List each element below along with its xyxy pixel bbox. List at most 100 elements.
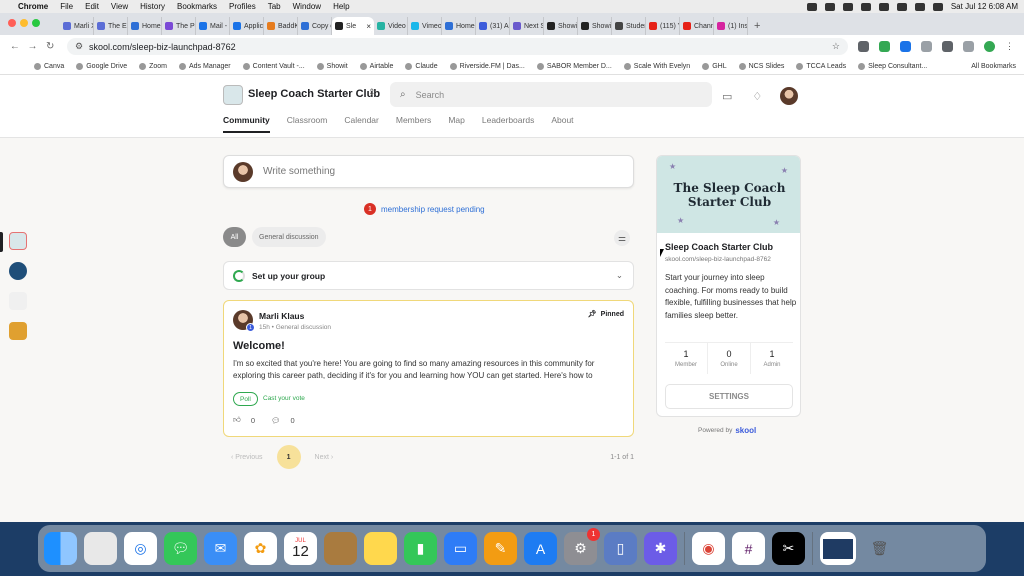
back-icon[interactable]: ← <box>8 41 22 52</box>
keynote-icon[interactable]: ▭ <box>444 532 477 565</box>
trash-icon[interactable]: 🗑︎ <box>863 532 896 565</box>
tab-map[interactable]: Map <box>448 115 465 133</box>
menu-file[interactable]: File <box>60 2 73 11</box>
chat-icon[interactable]: ▭ <box>722 90 732 103</box>
menu-bookmarks[interactable]: Bookmarks <box>177 2 217 11</box>
bookmark-item[interactable]: NCS Slides <box>738 62 784 70</box>
browser-tab[interactable]: Home <box>128 17 162 35</box>
like-icon[interactable]: 👍︎ <box>233 415 241 425</box>
group-cover-image[interactable]: ★ ★ ★ ★ The Sleep Coach Starter Club <box>657 156 800 233</box>
perplexity-icon[interactable]: ✱ <box>644 532 677 565</box>
browser-tab[interactable]: The Po <box>162 17 196 35</box>
system-settings-icon[interactable]: ⚙ 1 <box>564 528 600 565</box>
extensions-puzzle-icon[interactable] <box>920 41 932 52</box>
launchpad-icon[interactable] <box>84 532 117 565</box>
bookmark-item[interactable]: Zoom <box>139 62 167 70</box>
comment-icon[interactable]: 💬︎ <box>271 416 281 425</box>
app-store-icon[interactable]: A <box>524 532 557 565</box>
finder-icon[interactable] <box>44 532 77 565</box>
bookmark-item[interactable]: Canva <box>34 62 64 70</box>
menu-edit[interactable]: Edit <box>85 2 99 11</box>
user-avatar[interactable] <box>780 87 799 105</box>
browser-tab[interactable]: (1) Inst <box>714 17 748 35</box>
page-number-current[interactable]: 1 <box>276 445 301 469</box>
safari-icon[interactable]: ◎ <box>124 532 157 565</box>
tab-calendar[interactable]: Calendar <box>344 115 379 133</box>
browser-tab[interactable]: Showit <box>578 17 612 35</box>
membership-pending-link[interactable]: 1 membership request pending <box>364 203 485 215</box>
post-body[interactable]: I'm so excited that you're here! You are… <box>233 358 625 382</box>
zoom-window-button[interactable] <box>32 19 40 27</box>
tab-about[interactable]: About <box>551 115 573 133</box>
browser-tab[interactable]: Video <box>374 17 408 35</box>
next-page-button[interactable]: Next › <box>315 454 334 461</box>
bookmark-item[interactable]: Google Drive <box>76 62 127 70</box>
browser-tab[interactable]: Next S <box>510 17 544 35</box>
filter-chip-general-discussion[interactable]: General discussion <box>252 227 326 247</box>
bookmark-item[interactable]: Airtable <box>359 62 393 70</box>
download-icon[interactable] <box>941 41 953 52</box>
close-window-button[interactable] <box>8 19 16 27</box>
search-input[interactable]: ⌕ Search <box>390 82 712 107</box>
browser-tab[interactable]: Chann <box>680 17 714 35</box>
menu-tab[interactable]: Tab <box>268 2 281 11</box>
post-author-name[interactable]: Marli Klaus <box>259 311 304 321</box>
tab-members[interactable]: Members <box>396 115 431 133</box>
control-center-icon[interactable] <box>932 2 943 11</box>
address-bar[interactable]: ⚙ skool.com/sleep-biz-launchpad-8762 ☆ <box>66 38 848 55</box>
downloads-stack-icon[interactable] <box>820 532 856 565</box>
menubar-clock[interactable]: Sat Jul 12 6:08 AM <box>951 2 1018 11</box>
settings-button[interactable]: SETTINGS <box>665 384 793 409</box>
calendar-icon[interactable]: JUL 12 <box>284 532 317 565</box>
extension-icon[interactable] <box>899 41 911 52</box>
status-app-icon[interactable] <box>842 2 853 11</box>
extension-icon[interactable] <box>878 41 890 52</box>
new-tab-button[interactable]: + <box>754 17 760 35</box>
minimize-window-button[interactable] <box>20 19 28 27</box>
stat-online[interactable]: 0 Online <box>708 343 751 374</box>
chevron-down-icon[interactable]: ⌄ <box>616 270 623 281</box>
menu-chrome[interactable]: Chrome <box>18 2 48 11</box>
status-app-icon[interactable] <box>824 2 835 11</box>
moon-icon[interactable] <box>860 2 871 11</box>
iphone-mirroring-icon[interactable]: ▯ <box>604 532 637 565</box>
status-app-icon[interactable] <box>806 2 817 11</box>
browser-tab[interactable]: Vimeo <box>408 17 442 35</box>
filter-chip-all[interactable]: All <box>223 227 246 247</box>
menu-profiles[interactable]: Profiles <box>229 2 256 11</box>
bookmark-item[interactable]: Sleep Consultant... <box>858 62 927 70</box>
group-name[interactable]: Sleep Coach Starter Club <box>248 88 380 100</box>
bookmark-item[interactable]: Content Vault -... <box>242 62 305 70</box>
wifi-icon[interactable] <box>896 2 907 11</box>
tab-community[interactable]: Community <box>223 115 270 133</box>
post-composer[interactable]: Write something <box>223 155 634 188</box>
all-bookmarks-button[interactable]: All Bookmarks <box>971 63 1016 70</box>
slack-icon[interactable]: # <box>732 532 765 565</box>
tab-leaderboards[interactable]: Leaderboards <box>482 115 534 133</box>
bookmark-item[interactable]: Ads Manager <box>179 62 231 70</box>
bookmark-item[interactable]: SABOR Member D... <box>536 62 612 70</box>
browser-tab[interactable]: Showit <box>544 17 578 35</box>
notifications-bell-icon[interactable]: ♢ <box>752 90 762 103</box>
mail-icon[interactable]: ✉ <box>204 532 237 565</box>
bookmark-item[interactable]: GHL <box>702 62 727 70</box>
browser-tab[interactable]: (115) Y <box>646 17 680 35</box>
menu-window[interactable]: Window <box>293 2 321 11</box>
browser-tab[interactable]: BaddK <box>264 17 298 35</box>
group-avatar[interactable] <box>9 262 27 280</box>
group-logo[interactable] <box>223 85 243 105</box>
browser-tab[interactable]: Applic <box>230 17 264 35</box>
forward-icon[interactable]: → <box>26 41 40 52</box>
browser-tab[interactable]: The En <box>94 17 128 35</box>
browser-tab[interactable]: Copy o <box>298 17 332 35</box>
group-avatar[interactable] <box>9 322 27 340</box>
photos-icon[interactable]: ✿ <box>244 532 277 565</box>
bookmark-item[interactable]: TCCA Leads <box>796 62 846 70</box>
capcut-icon[interactable]: ✂ <box>772 532 805 565</box>
numbers-icon[interactable]: ▮ <box>404 532 437 565</box>
battery-icon[interactable] <box>878 2 889 11</box>
contacts-icon[interactable] <box>324 532 357 565</box>
browser-tab[interactable]: Marli X <box>60 17 94 35</box>
browser-tab[interactable]: Studen <box>612 17 646 35</box>
sidepanel-icon[interactable] <box>962 41 974 52</box>
